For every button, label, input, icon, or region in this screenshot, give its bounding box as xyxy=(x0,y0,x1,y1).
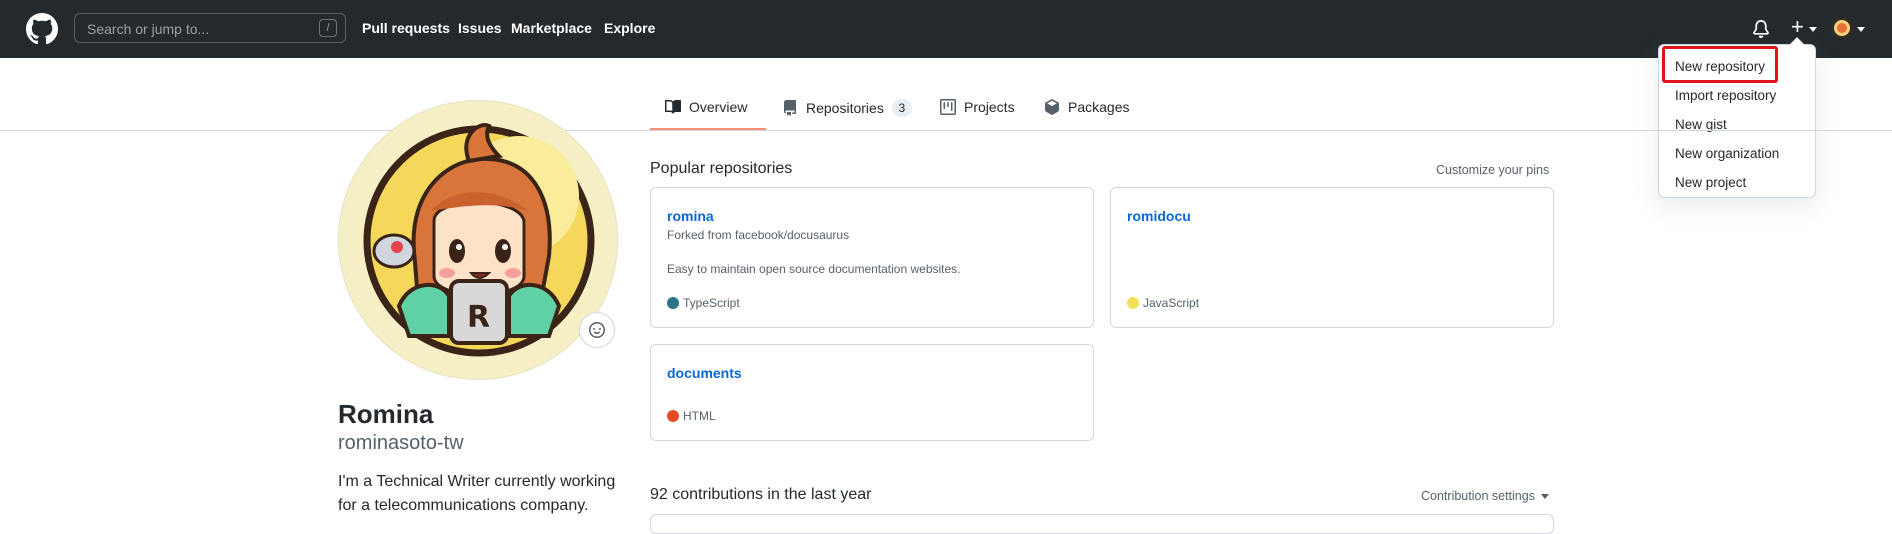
profile-username: rominasoto-tw xyxy=(338,432,464,454)
chevron-down-icon xyxy=(1541,494,1550,500)
global-header: Search or jump to... / Pull requests Iss… xyxy=(0,0,1892,58)
repositories-count-badge: 3 xyxy=(891,99,912,117)
profile-avatar-illustration: R xyxy=(363,123,595,357)
nav-marketplace[interactable]: Marketplace xyxy=(511,20,592,36)
customize-pins-link[interactable]: Customize your pins xyxy=(1436,163,1549,177)
repo-card-romina: romina Forked from facebook/docusaurus E… xyxy=(650,187,1094,328)
popular-repositories-title: Popular repositories xyxy=(650,160,793,177)
language-color-dot xyxy=(667,297,679,309)
profile-avatar[interactable]: R xyxy=(338,100,618,380)
smiley-icon xyxy=(589,322,605,338)
nav-pull-requests[interactable]: Pull requests xyxy=(362,20,450,36)
search-shortcut-key: / xyxy=(319,19,337,37)
nav-explore[interactable]: Explore xyxy=(604,20,655,36)
tab-projects[interactable]: Projects xyxy=(940,99,1015,115)
notifications-bell-icon[interactable] xyxy=(1752,19,1770,39)
user-menu-caret-icon xyxy=(1857,27,1865,32)
set-status-button[interactable] xyxy=(579,312,615,348)
repo-card-romidocu: romidocu JavaScript xyxy=(1110,187,1554,328)
user-avatar-menu[interactable] xyxy=(1832,18,1852,38)
profile-bio: I'm a Technical Writer currently working… xyxy=(338,473,616,514)
new-repository-highlight xyxy=(1662,46,1778,83)
menu-new-organization[interactable]: New organization xyxy=(1675,146,1779,161)
repo-language: JavaScript xyxy=(1127,296,1199,310)
tab-packages[interactable]: Packages xyxy=(1044,99,1129,115)
tab-packages-label: Packages xyxy=(1068,99,1130,115)
nav-issues[interactable]: Issues xyxy=(458,20,502,36)
menu-new-project[interactable]: New project xyxy=(1675,175,1746,190)
book-icon xyxy=(665,99,681,114)
svg-text:R: R xyxy=(467,300,490,335)
project-icon xyxy=(940,99,956,115)
contribution-settings-dropdown[interactable]: Contribution settings xyxy=(1421,489,1550,503)
tab-overview[interactable]: Overview xyxy=(665,99,747,115)
contribution-graph xyxy=(650,514,1554,534)
tab-repositories-label: Repositories xyxy=(806,100,884,116)
repo-card-documents: documents HTML xyxy=(650,344,1094,441)
search-input[interactable]: Search or jump to... / xyxy=(74,13,346,43)
menu-import-repository[interactable]: Import repository xyxy=(1675,88,1776,103)
active-tab-indicator xyxy=(650,128,766,130)
package-icon xyxy=(1045,99,1059,115)
repo-description: Easy to maintain open source documentati… xyxy=(667,262,961,276)
contribution-settings-label: Contribution settings xyxy=(1421,489,1535,503)
tab-projects-label: Projects xyxy=(964,99,1015,115)
language-color-dot xyxy=(1127,297,1139,309)
github-logo-icon[interactable] xyxy=(26,13,58,45)
search-placeholder: Search or jump to... xyxy=(87,21,210,37)
tab-overview-label: Overview xyxy=(689,99,748,115)
repo-language-label: JavaScript xyxy=(1143,296,1200,310)
create-new-plus-icon[interactable]: + xyxy=(1791,16,1804,38)
repo-link-romina[interactable]: romina xyxy=(667,208,714,224)
repo-language-label: TypeScript xyxy=(683,296,740,310)
contributions-heading: 92 contributions in the last year xyxy=(650,486,872,503)
create-new-caret-icon xyxy=(1809,27,1817,32)
repo-icon xyxy=(784,100,796,116)
repo-language: TypeScript xyxy=(667,296,740,310)
repo-language-label: HTML xyxy=(683,409,716,423)
repo-link-romidocu[interactable]: romidocu xyxy=(1127,208,1191,224)
repo-link-documents[interactable]: documents xyxy=(667,365,742,381)
profile-name: Romina xyxy=(338,399,434,429)
tabs-divider xyxy=(0,130,1892,131)
language-color-dot xyxy=(667,410,679,422)
repo-fork-note: Forked from facebook/docusaurus xyxy=(667,228,850,242)
repo-language: HTML xyxy=(667,409,716,423)
tab-repositories[interactable]: Repositories 3 xyxy=(782,99,912,117)
